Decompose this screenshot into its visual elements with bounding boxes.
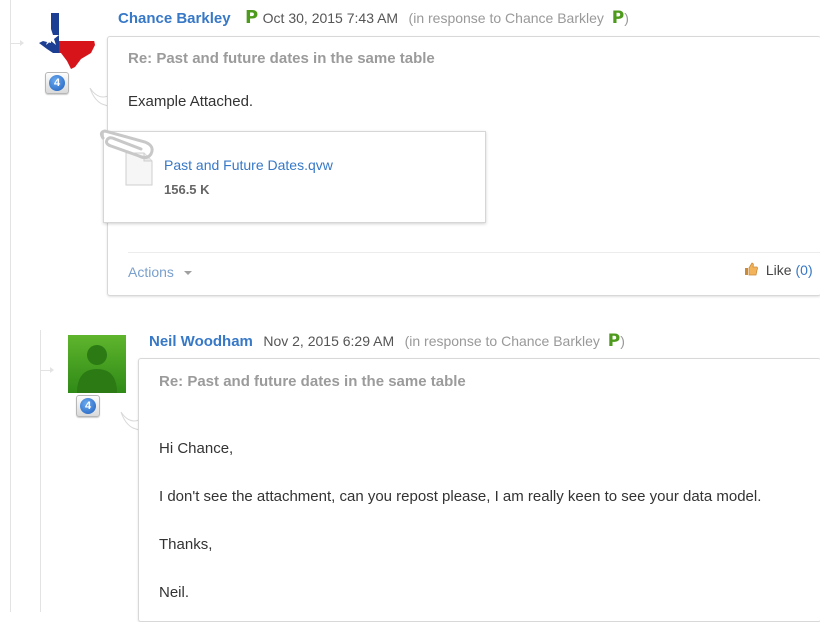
default-user-avatar[interactable] bbox=[68, 335, 126, 393]
message-line: I don't see the attachment, can you repo… bbox=[159, 488, 762, 505]
like-button[interactable]: Like (0) bbox=[744, 262, 813, 278]
post-date: Nov 2, 2015 6:29 AM bbox=[263, 333, 395, 349]
message-title: Re: Past and future dates in the same ta… bbox=[128, 50, 435, 67]
in-response-name[interactable]: Chance Barkley bbox=[501, 333, 600, 349]
thumbs-up-icon bbox=[745, 262, 758, 276]
thread-connector-arrow bbox=[10, 40, 24, 46]
divider bbox=[128, 252, 820, 253]
post-header: Neil Woodham Nov 2, 2015 6:29 AM (in res… bbox=[149, 331, 625, 351]
rank-badge-icon: 4 bbox=[45, 72, 69, 94]
post-date: Oct 30, 2015 7:43 AM bbox=[262, 10, 399, 26]
in-response-to: (in response to Chance Barkley P) bbox=[404, 331, 625, 351]
message-line: Neil. bbox=[159, 584, 190, 601]
message-line: Thanks, bbox=[159, 536, 213, 553]
thread-connector-arrow bbox=[40, 367, 54, 373]
attachment-card: Past and Future Dates.qvw 156.5 K bbox=[103, 131, 486, 223]
like-count: 0 bbox=[800, 262, 808, 278]
message-box: Re: Past and future dates in the same ta… bbox=[138, 358, 820, 622]
texas-flag-avatar[interactable] bbox=[37, 11, 97, 71]
in-response-to: (in response to Chance Barkley P) bbox=[408, 8, 629, 28]
user-silhouette-icon bbox=[77, 345, 117, 393]
points-badge: P bbox=[245, 7, 259, 28]
actions-menu[interactable]: Actions bbox=[128, 264, 192, 280]
thread-line-outer bbox=[10, 0, 11, 612]
attachment-file-link[interactable]: Past and Future Dates.qvw bbox=[164, 157, 333, 173]
points-badge: P bbox=[611, 8, 625, 28]
rank-badge-icon: 4 bbox=[76, 395, 100, 417]
author-link[interactable]: Neil Woodham bbox=[149, 333, 253, 350]
message-body: Example Attached. bbox=[128, 93, 254, 110]
author-link[interactable]: Chance Barkley bbox=[118, 10, 231, 27]
message-title: Re: Past and future dates in the same ta… bbox=[159, 373, 466, 390]
attachment-file-size: 156.5 K bbox=[164, 182, 210, 197]
message-line: Hi Chance, bbox=[159, 440, 234, 457]
post-header: Chance Barkley P Oct 30, 2015 7:43 AM (i… bbox=[118, 7, 629, 28]
thread-line-inner bbox=[40, 330, 41, 612]
in-response-name[interactable]: Chance Barkley bbox=[505, 10, 604, 26]
points-badge: P bbox=[607, 331, 621, 351]
chevron-down-icon bbox=[183, 271, 192, 276]
paperclip-icon bbox=[99, 129, 154, 160]
